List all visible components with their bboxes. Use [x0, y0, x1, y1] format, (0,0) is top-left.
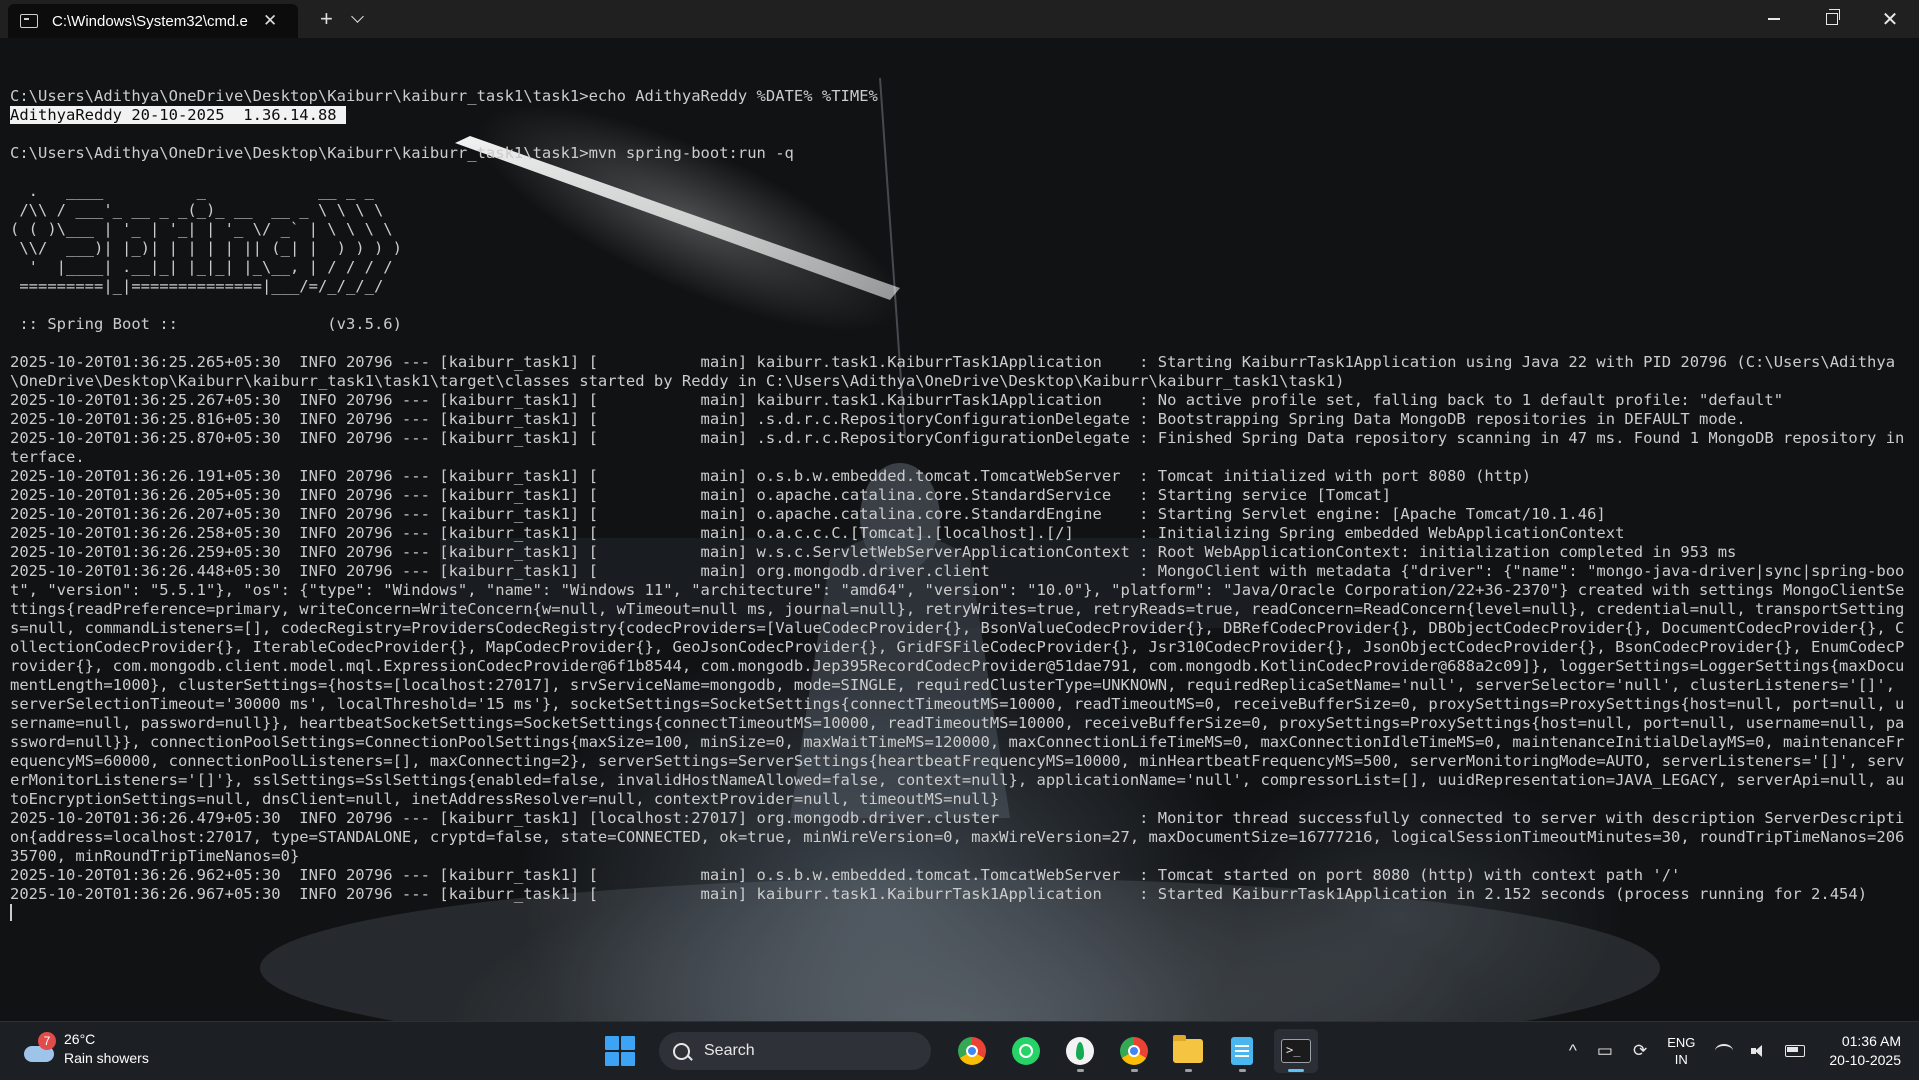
- terminal-line: C:\Users\Adithya\OneDrive\Desktop\Kaibur…: [10, 87, 878, 105]
- terminal-line: ( ( )\___ | '_ | '_| | '_ \/ _` | \ \ \ …: [10, 220, 393, 238]
- weather-widget[interactable]: 7 26°C Rain showers: [22, 1030, 149, 1068]
- region-code: IN: [1674, 1052, 1688, 1067]
- taskbar: 7 26°C Rain showers Search >_ ^ ▭ ⟳ ENG …: [0, 1021, 1919, 1080]
- terminal-line: /\\ / ___'_ __ _ _(_)_ __ __ _ \ \ \ \: [10, 201, 384, 219]
- rain-cloud-icon: 7: [22, 1032, 56, 1066]
- show-hidden-icons-chevron-icon[interactable]: ^: [1569, 1041, 1577, 1061]
- terminal-line: AdithyaReddy 20-10-2025 1.36.14.88: [10, 106, 1910, 125]
- close-icon: ✕: [1881, 8, 1899, 31]
- system-tray: ^ ▭ ⟳ ENG IN 01:36 AM 20-10-2025: [1569, 1022, 1919, 1080]
- clock-date: 20-10-2025: [1829, 1052, 1901, 1068]
- notepad-icon: [1231, 1037, 1253, 1065]
- terminal-line: 2025-10-20T01:36:26.258+05:30 INFO 20796…: [10, 524, 1625, 542]
- chrome-icon: [958, 1037, 986, 1065]
- terminal-line: 2025-10-20T01:36:25.816+05:30 INFO 20796…: [10, 410, 1746, 428]
- taskbar-app-notepad[interactable]: [1220, 1029, 1264, 1073]
- terminal-line: 2025-10-20T01:36:26.962+05:30 INFO 20796…: [10, 866, 1681, 884]
- taskbar-apps: Search >_: [605, 1022, 1323, 1080]
- terminal-line: 2025-10-20T01:36:25.267+05:30 INFO 20796…: [10, 391, 1784, 409]
- clock-time: 01:36 AM: [1841, 1033, 1901, 1049]
- terminal-line: 2025-10-20T01:36:25.265+05:30 INFO 20796…: [10, 353, 1896, 390]
- terminal-line: \\/ ___)| |_)| | | | | || (_| | ) ) ) ): [10, 239, 402, 257]
- search-box[interactable]: Search: [659, 1032, 931, 1070]
- language-code: ENG: [1667, 1035, 1696, 1050]
- battery-icon[interactable]: [1785, 1045, 1806, 1057]
- mongodb-compass-icon: [1066, 1037, 1094, 1065]
- volume-icon[interactable]: [1751, 1044, 1767, 1058]
- minimize-icon: [1768, 18, 1780, 20]
- notification-badge: 7: [38, 1032, 56, 1050]
- text-cursor: [10, 904, 12, 921]
- tab-cmd[interactable]: C:\Windows\System32\cmd.e ✕: [8, 4, 298, 38]
- selected-text: AdithyaReddy 20-10-2025 1.36.14.88: [10, 106, 346, 124]
- taskbar-app-chrome-profile[interactable]: [1112, 1029, 1156, 1073]
- terminal-line: C:\Users\Adithya\OneDrive\Desktop\Kaibur…: [10, 144, 794, 162]
- running-indicator: [1185, 1069, 1192, 1072]
- terminal-line: :: Spring Boot :: (v3.5.6): [10, 315, 402, 333]
- minimize-button[interactable]: [1745, 0, 1803, 38]
- restore-icon: [1826, 9, 1840, 25]
- chrome-profile-icon: [1120, 1037, 1148, 1065]
- running-indicator: [1077, 1069, 1084, 1072]
- terminal-line: 2025-10-20T01:36:25.870+05:30 INFO 20796…: [10, 429, 1905, 466]
- language-indicator[interactable]: ENG IN: [1667, 1034, 1695, 1068]
- file-explorer-icon: [1173, 1035, 1203, 1063]
- taskbar-app-mongodb-compass[interactable]: [1058, 1029, 1102, 1073]
- terminal-pane[interactable]: C:\Users\Adithya\OneDrive\Desktop\Kaibur…: [0, 38, 1919, 1021]
- device-icon[interactable]: ▭: [1597, 1041, 1613, 1061]
- close-tab-icon[interactable]: ✕: [263, 11, 277, 31]
- terminal-line: 2025-10-20T01:36:26.448+05:30 INFO 20796…: [10, 562, 1905, 808]
- weather-condition: Rain showers: [64, 1050, 149, 1066]
- terminal-icon: >_: [1281, 1039, 1311, 1063]
- start-button[interactable]: [605, 1036, 635, 1066]
- taskbar-app-whatsapp[interactable]: [1004, 1029, 1048, 1073]
- taskbar-app-file-explorer[interactable]: [1166, 1029, 1210, 1073]
- terminal-line: . ____ _ __ _ _: [10, 182, 374, 200]
- terminal-line: 2025-10-20T01:36:26.967+05:30 INFO 20796…: [10, 885, 1868, 903]
- active-indicator: [1288, 1069, 1304, 1072]
- terminal-line: 2025-10-20T01:36:26.207+05:30 INFO 20796…: [10, 505, 1606, 523]
- chevron-down-icon[interactable]: [350, 9, 364, 23]
- terminal-output: C:\Users\Adithya\OneDrive\Desktop\Kaibur…: [10, 68, 1910, 923]
- clock[interactable]: 01:36 AM 20-10-2025: [1829, 1032, 1901, 1070]
- taskbar-app-chrome[interactable]: [950, 1029, 994, 1073]
- search-icon: [673, 1042, 690, 1060]
- terminal-line: 2025-10-20T01:36:26.191+05:30 INFO 20796…: [10, 467, 1532, 485]
- close-window-button[interactable]: ✕: [1861, 0, 1919, 38]
- cmd-icon: [20, 14, 38, 28]
- terminal-line: =========|_|==============|___/=/_/_/_/: [10, 277, 384, 295]
- search-placeholder: Search: [704, 1042, 755, 1059]
- weather-temperature: 26°C: [64, 1031, 96, 1047]
- sync-icon[interactable]: ⟳: [1633, 1041, 1647, 1061]
- prompt-line: [10, 904, 1910, 923]
- wifi-icon[interactable]: [1715, 1044, 1734, 1058]
- restore-button[interactable]: [1803, 0, 1861, 38]
- terminal-line: 2025-10-20T01:36:26.479+05:30 INFO 20796…: [10, 809, 1905, 865]
- new-tab-button[interactable]: +: [320, 8, 333, 30]
- terminal-line: 2025-10-20T01:36:26.205+05:30 INFO 20796…: [10, 486, 1392, 504]
- tab-title: C:\Windows\System32\cmd.e: [52, 12, 248, 30]
- running-indicator: [1239, 1069, 1246, 1072]
- title-bar: C:\Windows\System32\cmd.e ✕ + ✕: [0, 0, 1919, 38]
- taskbar-app-terminal[interactable]: >_: [1274, 1029, 1318, 1073]
- terminal-line: 2025-10-20T01:36:26.259+05:30 INFO 20796…: [10, 543, 1737, 561]
- terminal-line: ' |____| .__|_| |_|_| |_\__, | / / / /: [10, 258, 393, 276]
- whatsapp-icon: [1012, 1037, 1040, 1065]
- running-indicator: [1131, 1069, 1138, 1072]
